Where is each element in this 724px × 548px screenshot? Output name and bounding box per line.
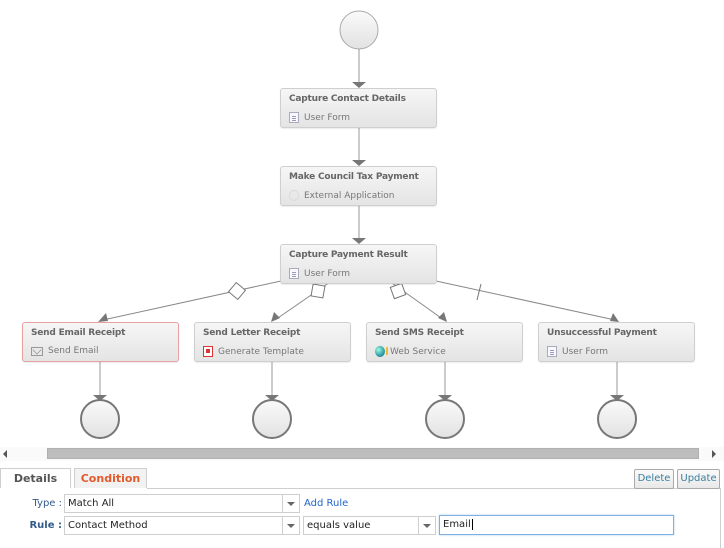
tab-details[interactable]: Details — [0, 468, 71, 488]
properties-panel: Details Condition Delete Update Type : M… — [0, 464, 724, 548]
horizontal-scrollbar[interactable] — [0, 447, 724, 461]
scrollbar-thumb[interactable] — [47, 448, 699, 459]
arrow-head — [438, 312, 447, 322]
node-send-sms-receipt[interactable]: Send SMS Receipt Web Service — [366, 322, 523, 362]
scroll-left-arrow-icon[interactable] — [3, 450, 7, 458]
workflow-canvas[interactable]: Capture Contact Details User Form Make C… — [0, 0, 724, 446]
node-title: Capture Contact Details — [289, 94, 406, 104]
chevron-down-icon[interactable] — [282, 495, 299, 512]
type-label: Type : — [32, 498, 62, 509]
end-node[interactable] — [597, 399, 637, 439]
add-rule-link[interactable]: Add Rule — [304, 498, 348, 509]
form-icon — [289, 112, 299, 123]
rule-field-select[interactable]: Contact Method — [64, 516, 300, 535]
node-unsuccessful-payment[interactable]: Unsuccessful Payment User Form — [538, 322, 695, 362]
rule-label: Rule : — [29, 520, 62, 531]
panel-divider — [720, 488, 721, 548]
end-node[interactable] — [252, 399, 292, 439]
chevron-down-icon[interactable] — [282, 517, 299, 534]
rule-operator-value: equals value — [307, 520, 371, 531]
node-subtitle: Web Service — [390, 346, 446, 357]
node-capture-contact-details[interactable]: Capture Contact Details User Form — [280, 88, 437, 128]
workflow-edges — [80, 10, 637, 439]
scroll-right-arrow-icon[interactable] — [712, 450, 716, 458]
type-select[interactable]: Match All — [64, 494, 300, 513]
rule-value-text: Email — [443, 519, 471, 530]
node-subtitle: User Form — [562, 346, 609, 357]
arrow-head — [271, 312, 280, 322]
email-icon — [31, 346, 43, 356]
text-caret — [471, 518, 473, 530]
form-icon — [289, 268, 299, 279]
edge-to-email[interactable] — [102, 280, 282, 321]
node-make-council-tax-payment[interactable]: Make Council Tax Payment External Applic… — [280, 166, 437, 206]
rule-value-input[interactable]: Email — [439, 515, 674, 535]
chevron-down-icon[interactable] — [418, 517, 435, 534]
node-subtitle: User Form — [304, 268, 351, 279]
node-title: Send Email Receipt — [31, 328, 126, 338]
arrow-head — [610, 313, 619, 322]
node-title: Unsuccessful Payment — [547, 328, 657, 338]
form-icon — [547, 346, 557, 357]
web-service-icon — [375, 346, 388, 357]
arrow-head — [98, 313, 108, 322]
end-node[interactable] — [425, 399, 465, 439]
node-capture-payment-result[interactable]: Capture Payment Result User Form — [280, 244, 437, 284]
default-flow-marker — [476, 283, 482, 301]
end-connectors — [93, 362, 624, 401]
pdf-icon — [203, 346, 213, 357]
node-title: Capture Payment Result — [289, 250, 408, 260]
rule-field-value: Contact Method — [68, 520, 148, 531]
node-subtitle: Send Email — [48, 346, 99, 356]
rule-operator-select[interactable]: equals value — [303, 516, 436, 535]
node-title: Send SMS Receipt — [375, 328, 464, 338]
delete-button[interactable]: Delete — [634, 469, 674, 489]
node-subtitle: Generate Template — [218, 346, 304, 357]
tab-condition[interactable]: Condition — [74, 468, 147, 488]
condition-diamond-sms[interactable] — [389, 282, 407, 300]
condition-diamond-letter[interactable] — [310, 283, 326, 299]
type-select-value: Match All — [68, 498, 115, 509]
node-send-email-receipt[interactable]: Send Email Receipt Send Email — [22, 322, 179, 362]
start-node[interactable] — [339, 10, 379, 50]
update-button[interactable]: Update — [677, 469, 720, 489]
external-app-icon — [289, 190, 299, 201]
end-node[interactable] — [80, 399, 120, 439]
condition-diamond-email[interactable] — [227, 281, 247, 301]
edge-to-unsuccessful[interactable] — [435, 280, 616, 321]
node-send-letter-receipt[interactable]: Send Letter Receipt Generate Template — [194, 322, 351, 362]
node-subtitle: External Application — [304, 190, 395, 201]
node-title: Make Council Tax Payment — [289, 172, 419, 182]
node-subtitle: User Form — [304, 112, 351, 123]
node-title: Send Letter Receipt — [203, 328, 301, 338]
